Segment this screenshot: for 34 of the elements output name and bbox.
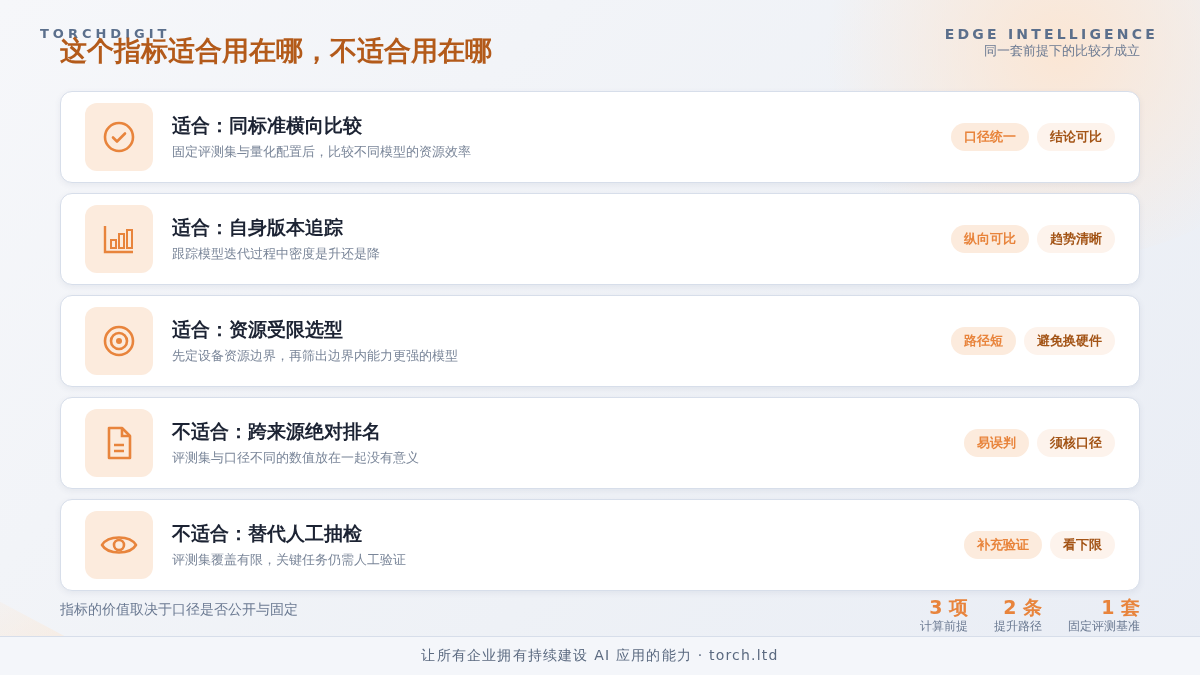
stat-label: 计算前提: [920, 618, 968, 636]
footer-text: 让所有企业拥有持续建设 AI 应用的能力 · torch.ltd: [421, 646, 779, 665]
tag: 趋势清晰: [1037, 225, 1115, 254]
card-description: 跟踪模型迭代过程中密度是升还是降: [172, 245, 381, 264]
card-title: 适合：同标准横向比较: [172, 113, 363, 139]
tag: 路径短: [951, 327, 1016, 356]
stat-value: 3 项: [928, 597, 968, 619]
card-description: 评测集覆盖有限，关键任务仍需人工验证: [172, 551, 407, 570]
card-description: 固定评测集与量化配置后，比较不同模型的资源效率: [172, 143, 472, 162]
stat-label: 固定评测基准: [1068, 618, 1140, 636]
card-title: 不适合：跨来源绝对排名: [172, 419, 382, 445]
card-description: 评测集与口径不同的数值放在一起没有意义: [172, 449, 420, 468]
stat-value: 1 套: [1100, 597, 1140, 619]
eyebrow-text: EDGE INTELLIGENCE: [944, 26, 1158, 42]
tag: 看下限: [1050, 531, 1115, 560]
document-icon: [106, 426, 132, 461]
subtitle: 同一套前提下的比较才成立: [983, 42, 1140, 60]
tag: 结论可比: [1037, 123, 1115, 152]
card-description: 先定设备资源边界，再筛出边界内能力更强的模型: [172, 347, 459, 366]
card-title: 适合：资源受限选型: [172, 317, 344, 343]
tag: 补充验证: [964, 531, 1042, 560]
tag: 避免换硬件: [1024, 327, 1115, 356]
target-icon: [102, 324, 136, 359]
bar-chart-icon: [103, 224, 135, 255]
tag: 纵向可比: [951, 225, 1029, 254]
note-text: 指标的价值取决于口径是否公开与固定: [60, 601, 298, 620]
tag: 易误判: [964, 429, 1029, 458]
check-circle-icon: [102, 120, 136, 155]
stat-value: 2 条: [1002, 597, 1042, 619]
tag: 须核口径: [1037, 429, 1115, 458]
card-title: 不适合：替代人工抽检: [172, 521, 363, 547]
stat-label: 提升路径: [994, 618, 1042, 636]
tag: 口径统一: [951, 123, 1029, 152]
card-title: 适合：自身版本追踪: [172, 215, 344, 241]
